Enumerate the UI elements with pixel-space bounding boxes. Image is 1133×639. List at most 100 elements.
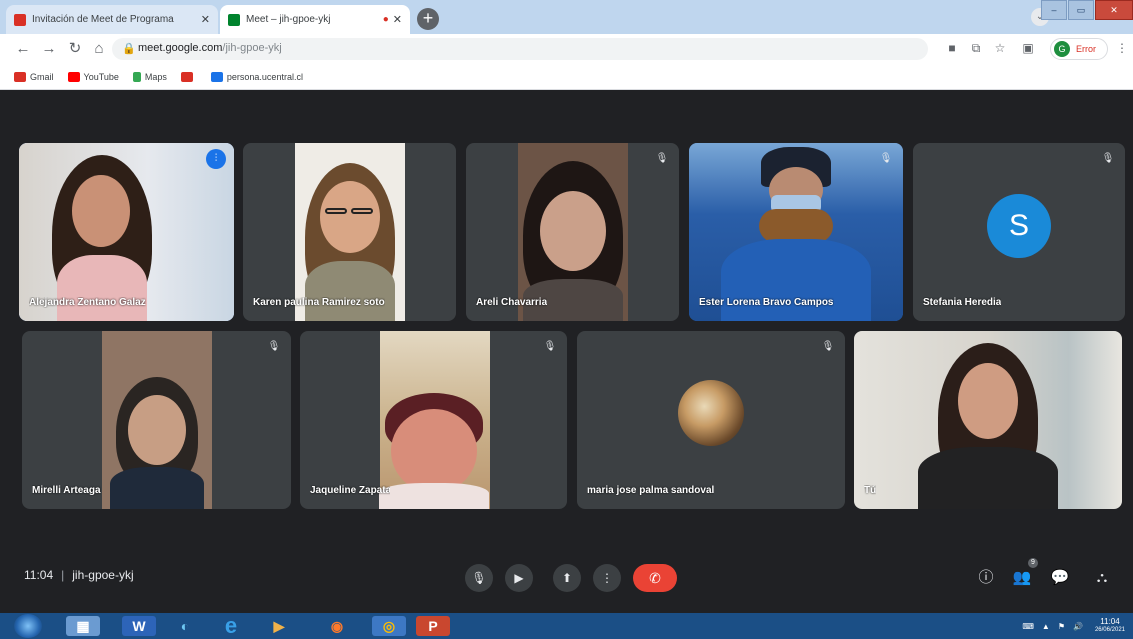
close-tab-icon[interactable]: ✕ (393, 13, 402, 26)
participant-name: Alejandra Zentano Galaz (29, 297, 146, 308)
back-arrow-icon[interactable]: ← (14, 40, 32, 58)
reading-list-icon[interactable]: ▣ (1020, 40, 1036, 56)
forward-arrow-icon[interactable]: → (40, 40, 58, 58)
participant-count-badge: 9 (1028, 558, 1038, 568)
present-screen-button[interactable]: ⬆ (553, 564, 581, 592)
bookmark-gmail-2[interactable] (180, 71, 197, 82)
meet-favicon-icon (228, 13, 240, 26)
participant-name: Jaqueline Zapata (310, 485, 390, 496)
mic-toggle-button[interactable]: 🎙 (465, 564, 493, 592)
profile-status: Error (1076, 44, 1096, 54)
meeting-info: 11:04 | jih-gpoe-ykj (24, 568, 134, 582)
word-app-icon[interactable]: W (122, 616, 156, 636)
participant-tile-maria-jose[interactable]: 🎙 maria jose palma sandoval (577, 331, 845, 509)
media-app-icon[interactable]: ▶ (262, 616, 296, 636)
install-app-icon[interactable]: ⧉ (968, 40, 984, 56)
flag-icon[interactable]: ⚑ (1058, 622, 1065, 631)
tab-meet[interactable]: Meet – jih-gpoe-ykj ● ✕ (220, 5, 410, 34)
browser-menu-icon[interactable]: ⋮ (1114, 40, 1130, 56)
tab-invitation[interactable]: Invitación de Meet de Programa ✕ (6, 5, 218, 34)
leave-call-button[interactable]: ✆ (633, 564, 677, 592)
participant-video-figure (721, 147, 871, 321)
gmail-icon (14, 71, 26, 82)
participant-video-figure (102, 377, 212, 509)
participant-name: maria jose palma sandoval (587, 485, 715, 496)
mic-off-icon: 🎙 (821, 341, 835, 352)
tab-label: Meet – jih-gpoe-ykj (246, 14, 331, 25)
browser-toolbar: ← → ↻ ⌂ 🔒 meet.google.com/jih-gpoe-ykj ■… (0, 34, 1133, 64)
meeting-code: jih-gpoe-ykj (72, 568, 134, 582)
mic-off-icon: 🎙 (879, 153, 893, 164)
reload-icon[interactable]: ↻ (66, 40, 84, 58)
explorer-app-icon[interactable]: ▦ (66, 616, 100, 636)
edge-app-icon[interactable]: ◐ (168, 616, 202, 636)
mic-off-icon: 🎙 (1101, 153, 1115, 164)
participant-name: Ester Lorena Bravo Campos (699, 297, 834, 308)
participant-tile-jaqueline[interactable]: 🎙 Jaqueline Zapata (300, 331, 567, 509)
tray-chevron-icon[interactable]: ▲ (1042, 622, 1050, 631)
participant-tile-ester[interactable]: 🎙 Ester Lorena Bravo Campos (689, 143, 903, 321)
meeting-time: 11:04 (24, 568, 54, 582)
window-controls: – ▭ ✕ (1040, 0, 1133, 22)
firefox-app-icon[interactable]: ◉ (320, 616, 354, 636)
powerpoint-app-icon[interactable]: P (416, 616, 450, 636)
mic-off-icon: 🎙 (267, 341, 281, 352)
participant-tile-self[interactable]: Tú (854, 331, 1122, 509)
browser-tab-strip: Invitación de Meet de Programa ✕ Meet – … (0, 0, 1133, 34)
avatar: G (1054, 41, 1070, 57)
url-text: meet.google.com/jih-gpoe-ykj (138, 42, 282, 54)
volume-icon[interactable]: 🔊 (1073, 622, 1083, 631)
people-icon[interactable]: 👥 (1012, 568, 1032, 588)
os-taskbar: ▦ W ◐ e ▶ ◉ ◎ P ⌨ ▲ ⚑ 🔊 11:04 26/06/2021 (0, 613, 1133, 639)
participant-tile-karen[interactable]: Karen paulina Ramirez soto (243, 143, 456, 321)
youtube-icon (67, 71, 80, 82)
participant-name: Karen paulina Ramirez soto (253, 297, 385, 308)
bookmark-maps[interactable]: Maps (132, 71, 167, 82)
activities-icon[interactable]: ⛬ (1092, 568, 1112, 588)
chrome-app-icon[interactable]: ◎ (372, 616, 406, 636)
start-button[interactable] (14, 614, 42, 638)
gmail-icon (180, 71, 193, 82)
avatar: S (987, 194, 1051, 258)
system-tray: ⌨ ▲ ⚑ 🔊 11:04 26/06/2021 (1022, 617, 1125, 635)
maximize-button[interactable]: ▭ (1068, 0, 1094, 20)
participant-name: Stefania Heredia (923, 297, 1002, 308)
gmail-favicon-icon (14, 13, 26, 26)
chat-icon[interactable]: 💬 (1050, 568, 1070, 588)
maps-pin-icon (132, 71, 141, 82)
bookmark-persona[interactable]: persona.ucentral.cl (210, 71, 303, 82)
tab-label: Invitación de Meet de Programa (32, 14, 174, 25)
speaking-indicator-icon: ⫶ (206, 149, 226, 169)
site-icon (210, 71, 223, 82)
participant-name: Areli Chavarria (476, 297, 548, 308)
close-tab-icon[interactable]: ✕ (201, 13, 210, 26)
bookmark-star-icon[interactable]: ☆ (992, 40, 1008, 56)
avatar (678, 380, 744, 446)
home-icon[interactable]: ⌂ (90, 40, 108, 58)
participant-name: Mirelli Arteaga (32, 485, 101, 496)
window-close-button[interactable]: ✕ (1095, 0, 1133, 20)
participant-video-figure (378, 393, 489, 509)
participant-tile-stefania[interactable]: S 🎙 Stefania Heredia (913, 143, 1125, 321)
ie-app-icon[interactable]: e (214, 615, 248, 637)
camera-in-use-icon[interactable]: ■ (944, 40, 960, 56)
camera-toggle-button[interactable]: ▶ (505, 564, 533, 592)
bookmark-gmail[interactable]: Gmail (14, 71, 54, 82)
mic-off-icon: 🎙 (655, 153, 669, 164)
participant-tile-mirelli[interactable]: 🎙 Mirelli Arteaga (22, 331, 291, 509)
keyboard-icon[interactable]: ⌨ (1022, 622, 1034, 631)
participant-tile-areli[interactable]: 🎙 Areli Chavarria (466, 143, 679, 321)
more-options-button[interactable]: ⋮ (593, 564, 621, 592)
bookmark-youtube[interactable]: YouTube (67, 71, 119, 82)
bookmarks-bar: Gmail YouTube Maps persona.ucentral.cl (0, 64, 1133, 90)
address-bar[interactable]: 🔒 meet.google.com/jih-gpoe-ykj (112, 38, 928, 60)
profile-button[interactable]: G Error (1050, 38, 1108, 60)
lock-icon: 🔒 (122, 43, 136, 55)
new-tab-button[interactable]: + (417, 8, 439, 30)
minimize-button[interactable]: – (1041, 0, 1067, 20)
participant-tile-alejandra[interactable]: ⫶ Alejandra Zentano Galaz (19, 143, 234, 321)
mic-off-icon: 🎙 (543, 341, 557, 352)
meeting-details-icon[interactable]: ⓘ (976, 568, 996, 588)
participant-name: Tú (864, 485, 877, 496)
system-clock[interactable]: 11:04 26/06/2021 (1095, 617, 1125, 635)
